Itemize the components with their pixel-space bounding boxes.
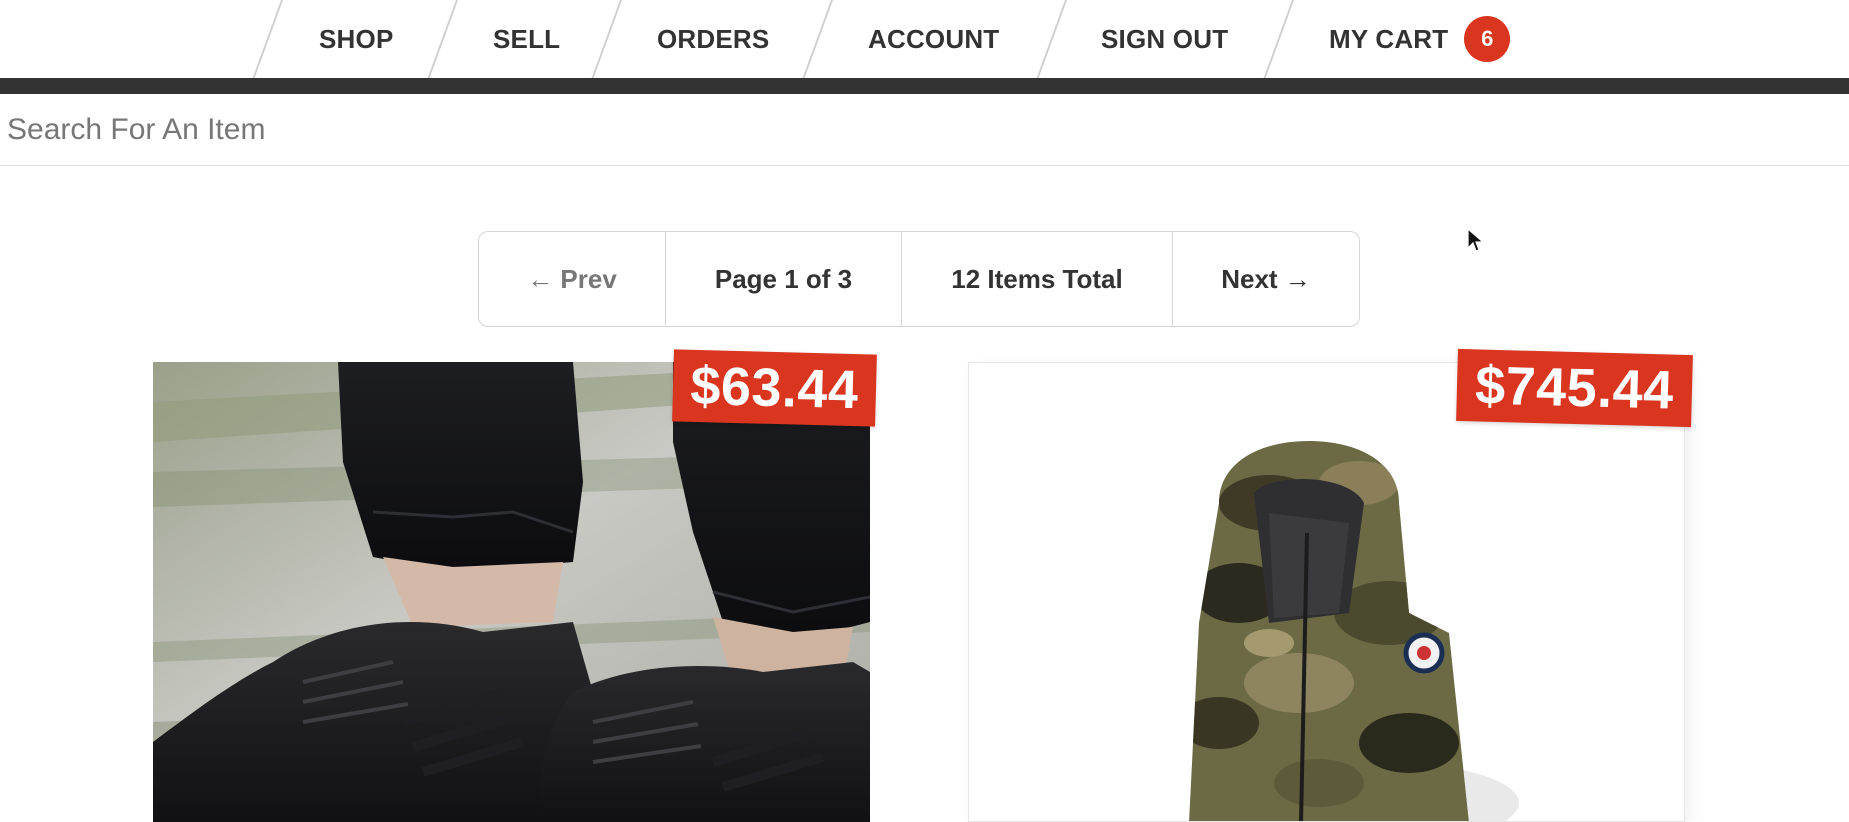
nav-item-orders[interactable]: ORDERS — [657, 0, 769, 78]
nav-separator — [587, 0, 622, 90]
nav-item-cart[interactable]: MY CART 6 — [1329, 0, 1511, 78]
nav-item-sign-out[interactable]: SIGN OUT — [1101, 0, 1228, 78]
search-input[interactable] — [0, 94, 1849, 165]
items-total: 12 Items Total — [902, 232, 1173, 326]
cart-label: MY CART — [1329, 23, 1449, 54]
mouse-cursor-icon — [1467, 228, 1485, 252]
page-indicator: Page 1 of 3 — [666, 232, 902, 326]
camo-jacket-photo — [1189, 441, 1519, 821]
price-tag: $63.44 — [672, 349, 877, 427]
nav-item-account[interactable]: ACCOUNT — [868, 0, 999, 78]
price-tag: $745.44 — [1456, 348, 1693, 428]
nav-item-shop[interactable]: SHOP — [319, 0, 393, 78]
sneakers-photo — [153, 362, 870, 822]
cart-count-badge: 6 — [1464, 16, 1511, 62]
nav-separator — [1032, 0, 1067, 90]
nav-separator — [798, 0, 833, 90]
product-card[interactable] — [153, 362, 870, 822]
nav-bottom-bar — [0, 78, 1849, 94]
pagination: ← Prev Page 1 of 3 12 Items Total Next → — [478, 231, 1360, 327]
next-page-button[interactable]: Next → — [1173, 232, 1359, 326]
nav-separator — [1259, 0, 1294, 90]
nav-item-sell[interactable]: SELL — [493, 0, 560, 78]
nav-separator — [248, 0, 283, 90]
product-card[interactable] — [968, 362, 1685, 822]
search-bar — [0, 94, 1849, 166]
nav-separator — [423, 0, 458, 90]
top-navigation: SHOP SELL ORDERS ACCOUNT SIGN OUT MY CAR… — [0, 0, 1849, 90]
prev-page-button[interactable]: ← Prev — [479, 232, 666, 326]
